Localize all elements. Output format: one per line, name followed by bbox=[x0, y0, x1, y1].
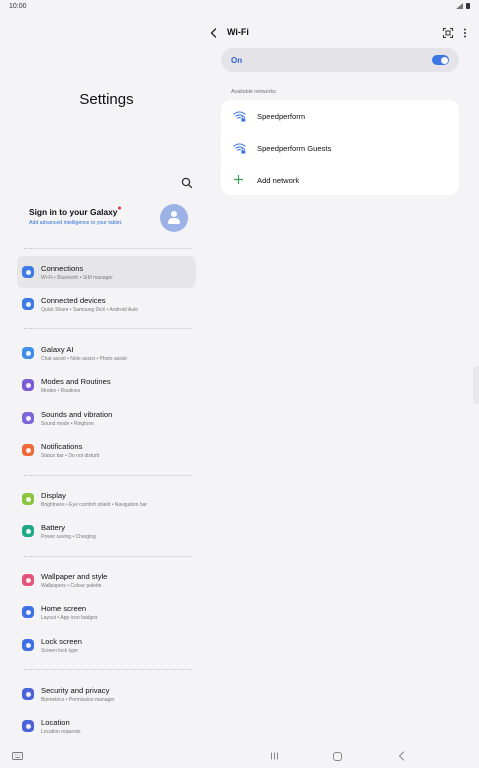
item-subtitle: Chat assist • Note assist • Photo assist bbox=[41, 356, 127, 362]
nav-back-icon[interactable] bbox=[398, 751, 405, 761]
notification-dot: ● bbox=[117, 205, 122, 212]
item-subtitle: Modes • Routines bbox=[41, 388, 81, 394]
search-icon[interactable] bbox=[180, 176, 194, 190]
network-item[interactable]: Speedperform bbox=[221, 100, 459, 132]
wifi-toggle-row[interactable]: On bbox=[221, 48, 459, 72]
wifi-lock-icon bbox=[233, 143, 246, 154]
wifi-title: Wi-Fi bbox=[227, 27, 249, 37]
avatar[interactable] bbox=[160, 204, 188, 232]
more-options-icon[interactable] bbox=[462, 27, 468, 39]
item-title: Sounds and vibration bbox=[41, 410, 113, 419]
settings-item-connections[interactable]: Connections Wi-Fi • Bluetooth • SIM mana… bbox=[17, 256, 196, 288]
wifi-on-label: On bbox=[231, 56, 243, 65]
bell-icon bbox=[22, 444, 34, 456]
image-icon bbox=[22, 574, 34, 586]
network-name: Speedperform bbox=[257, 112, 306, 121]
item-title: Battery bbox=[41, 523, 66, 532]
item-title: Modes and Routines bbox=[41, 377, 111, 386]
divider bbox=[24, 475, 192, 476]
battery-icon bbox=[22, 525, 34, 537]
divider bbox=[24, 248, 192, 249]
devices-icon bbox=[22, 298, 34, 310]
networks-list: Speedperform Speedperform Guests Add net… bbox=[221, 100, 459, 195]
network-item[interactable]: Speedperform Guests bbox=[221, 132, 459, 164]
item-subtitle: Wi-Fi • Bluetooth • SIM manager bbox=[41, 275, 113, 281]
divider bbox=[24, 669, 192, 670]
item-subtitle: Biometrics • Permission manager bbox=[41, 697, 115, 703]
divider bbox=[24, 556, 192, 557]
settings-item-display[interactable]: Display Brightness • Eye comfort shield … bbox=[17, 483, 196, 515]
account-signin[interactable]: Sign in to your Galaxy● Add advanced int… bbox=[29, 205, 123, 226]
edge-panel-handle[interactable] bbox=[473, 366, 479, 404]
back-arrow-icon[interactable] bbox=[208, 27, 220, 39]
check-circle-icon bbox=[22, 379, 34, 391]
settings-item-notifications[interactable]: Notifications Status bar • Do not distur… bbox=[17, 434, 196, 466]
settings-item-galaxy-ai[interactable]: Galaxy AI Chat assist • Note assist • Ph… bbox=[17, 337, 196, 369]
settings-item-home-screen[interactable]: Home screen Layout • App icon badges bbox=[17, 596, 196, 628]
settings-item-modes-routines[interactable]: Modes and Routines Modes • Routines bbox=[17, 369, 196, 401]
settings-item-security[interactable]: Security and privacy Biometrics • Permis… bbox=[17, 678, 196, 710]
home-icon bbox=[22, 606, 34, 618]
settings-item-connected-devices[interactable]: Connected devices Quick Share • Samsung … bbox=[17, 288, 196, 320]
item-subtitle: Brightness • Eye comfort shield • Naviga… bbox=[41, 502, 148, 508]
home-button-icon[interactable] bbox=[333, 752, 342, 761]
settings-item-location[interactable]: Location Location requests bbox=[17, 710, 196, 742]
item-subtitle: Power saving • Charging bbox=[41, 534, 96, 540]
add-network-label: Add network bbox=[257, 176, 300, 185]
divider bbox=[24, 328, 192, 329]
item-subtitle: Wallpapers • Colour palette bbox=[41, 583, 102, 589]
account-subtitle: Add advanced intelligence to your tablet… bbox=[29, 220, 123, 226]
settings-item-wallpaper[interactable]: Wallpaper and style Wallpapers • Colour … bbox=[17, 564, 196, 596]
item-subtitle: Location requests bbox=[41, 729, 81, 735]
item-title: Galaxy AI bbox=[41, 345, 74, 354]
item-title: Connections bbox=[41, 264, 84, 273]
settings-item-battery[interactable]: Battery Power saving • Charging bbox=[17, 515, 196, 547]
page-title: Settings bbox=[79, 91, 134, 108]
item-title: Connected devices bbox=[41, 296, 106, 305]
settings-item-lock-screen[interactable]: Lock screen Screen lock type bbox=[17, 629, 196, 661]
item-title: Location bbox=[41, 718, 70, 727]
add-network-button[interactable]: Add network bbox=[221, 164, 459, 196]
item-title: Wallpaper and style bbox=[41, 572, 108, 581]
item-title: Notifications bbox=[41, 442, 83, 451]
keyboard-icon[interactable] bbox=[12, 752, 23, 761]
recents-icon[interactable] bbox=[270, 752, 279, 760]
sun-icon bbox=[22, 493, 34, 505]
network-name: Speedperform Guests bbox=[257, 144, 332, 153]
item-subtitle: Layout • App icon badges bbox=[41, 615, 98, 621]
available-networks-label: Available networks bbox=[231, 89, 276, 95]
location-pin-icon bbox=[22, 720, 34, 732]
lock-icon bbox=[22, 639, 34, 651]
item-title: Lock screen bbox=[41, 637, 82, 646]
item-subtitle: Sound mode • Ringtone bbox=[41, 421, 94, 427]
plus-icon bbox=[234, 175, 243, 184]
account-title: Sign in to your Galaxy● bbox=[29, 205, 122, 217]
shield-icon bbox=[22, 688, 34, 700]
sparkle-icon bbox=[22, 347, 34, 359]
settings-item-sounds[interactable]: Sounds and vibration Sound mode • Ringto… bbox=[17, 402, 196, 434]
wifi-lock-icon bbox=[233, 111, 246, 122]
item-subtitle: Quick Share • Samsung DeX • Android Auto bbox=[41, 307, 139, 313]
wifi-icon bbox=[22, 266, 34, 278]
item-subtitle: Screen lock type bbox=[41, 648, 78, 654]
navigation-bar bbox=[0, 744, 479, 768]
item-title: Display bbox=[41, 491, 66, 500]
item-subtitle: Status bar • Do not disturb bbox=[41, 453, 100, 459]
wifi-toggle-switch[interactable] bbox=[432, 55, 449, 65]
signal-icon bbox=[456, 3, 463, 9]
speaker-icon bbox=[22, 412, 34, 424]
battery-status-icon bbox=[466, 3, 470, 9]
account-title-text: Sign in to your Galaxy bbox=[29, 207, 118, 217]
item-title: Home screen bbox=[41, 604, 87, 613]
status-icons bbox=[456, 3, 470, 9]
qr-scan-icon[interactable] bbox=[442, 27, 454, 39]
item-title: Security and privacy bbox=[41, 686, 110, 695]
